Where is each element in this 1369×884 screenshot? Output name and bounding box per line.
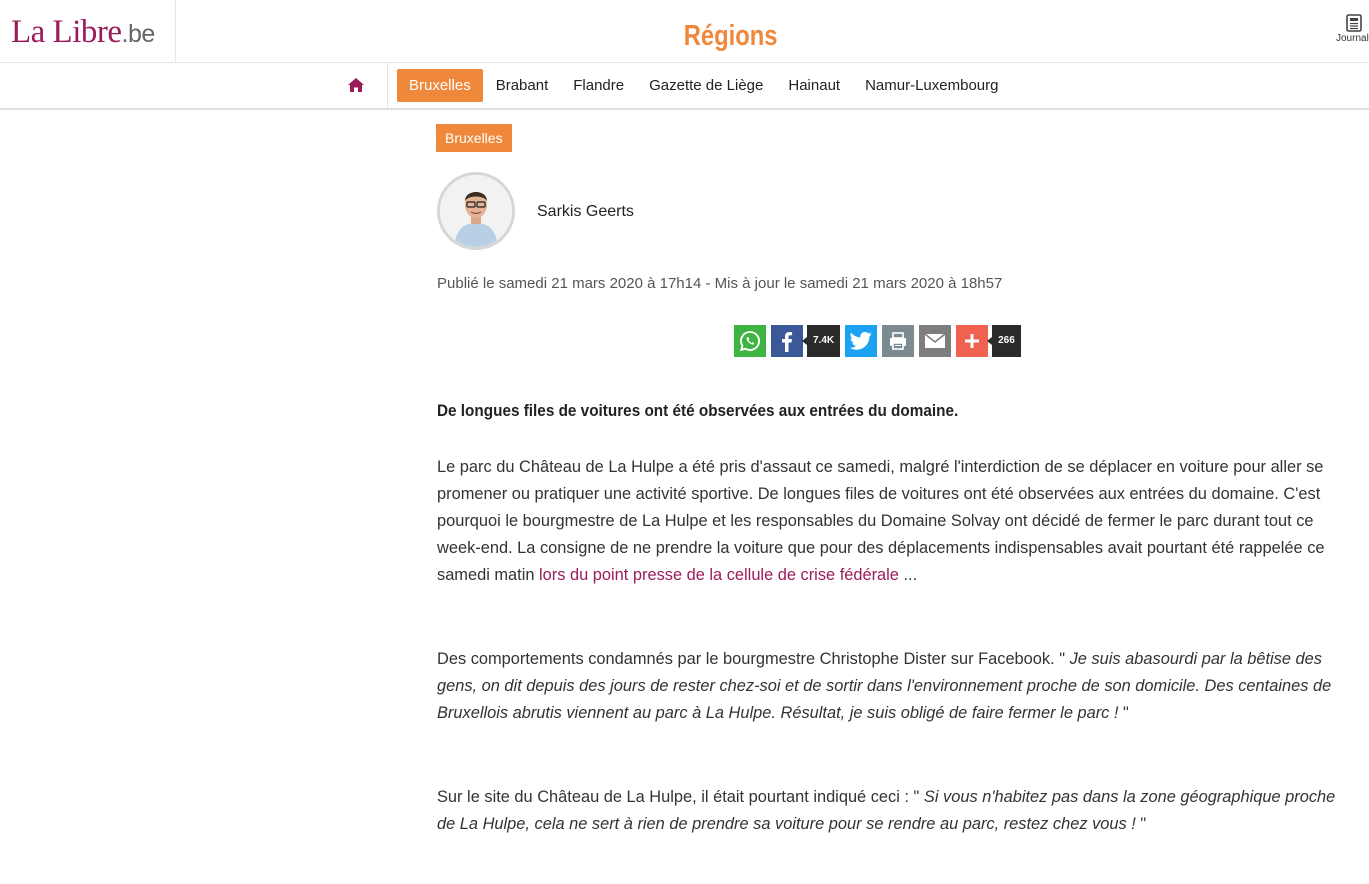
- newspaper-icon: [1346, 14, 1362, 32]
- journal-label: Journal: [1336, 33, 1369, 44]
- cellule-de-crise-link[interactable]: lors du point presse de la cellule de cr…: [539, 566, 899, 584]
- more-share-button[interactable]: [956, 325, 989, 357]
- article-paragraph-1: Le parc du Château de La Hulpe a été pri…: [437, 454, 1342, 589]
- article-paragraph-3: Sur le site du Château de La Hulpe, il é…: [437, 784, 1342, 838]
- whatsapp-icon: [740, 331, 760, 352]
- article-paragraph-2: Des comportements condamnés par le bourg…: [437, 646, 1342, 727]
- journal-link[interactable]: Journal: [1336, 14, 1369, 44]
- twitter-share-button[interactable]: [845, 325, 878, 357]
- site-header: La Libre.be Régions Journal: [0, 0, 1369, 63]
- printer-icon: [890, 332, 907, 350]
- nav-item-flandre[interactable]: Flandre: [561, 69, 636, 102]
- home-icon: [348, 78, 364, 92]
- paragraph-2-tail: ": [1123, 704, 1129, 722]
- plus-icon: [965, 334, 980, 348]
- author-photo: [440, 175, 512, 247]
- category-tag[interactable]: Bruxelles: [436, 124, 512, 152]
- facebook-share-count: 7.4K: [801, 325, 841, 357]
- facebook-share-button[interactable]: [771, 325, 803, 357]
- nav-item-gazette-de-liege[interactable]: Gazette de Liège: [637, 69, 775, 102]
- share-bar: 7.4K 266: [734, 325, 1026, 357]
- paragraph-3-text: Sur le site du Château de La Hulpe, il é…: [437, 788, 924, 806]
- email-share-button[interactable]: [919, 325, 952, 357]
- author-name[interactable]: Sarkis Geerts: [537, 203, 634, 221]
- author-avatar[interactable]: [437, 172, 515, 250]
- paragraph-3-tail: ": [1140, 815, 1147, 833]
- article-lead: De longues files de voitures ont été obs…: [437, 401, 959, 420]
- nav-item-brabant[interactable]: Brabant: [484, 69, 561, 102]
- paragraph-1-tail: ...: [898, 566, 918, 584]
- email-icon: [924, 333, 946, 348]
- section-navbar: Bruxelles Brabant Flandre Gazette de Liè…: [0, 63, 1369, 110]
- nav-tabs: Bruxelles Brabant Flandre Gazette de Liè…: [397, 69, 1011, 102]
- section-title: Régions: [683, 20, 778, 52]
- twitter-icon: [850, 331, 872, 350]
- publication-dates: Publié le samedi 21 mars 2020 à 17h14 - …: [437, 275, 1003, 292]
- more-share-count: 266: [987, 325, 1021, 357]
- print-button[interactable]: [882, 325, 915, 357]
- home-button[interactable]: [325, 63, 388, 108]
- whatsapp-share-button[interactable]: [734, 325, 766, 357]
- paragraph-2-text: Des comportements condamnés par le bourg…: [437, 650, 1070, 668]
- facebook-icon: [782, 332, 793, 352]
- nav-item-hainaut[interactable]: Hainaut: [776, 69, 852, 102]
- nav-item-namur-luxembourg[interactable]: Namur-Luxembourg: [853, 69, 1010, 102]
- nav-item-bruxelles[interactable]: Bruxelles: [397, 69, 483, 102]
